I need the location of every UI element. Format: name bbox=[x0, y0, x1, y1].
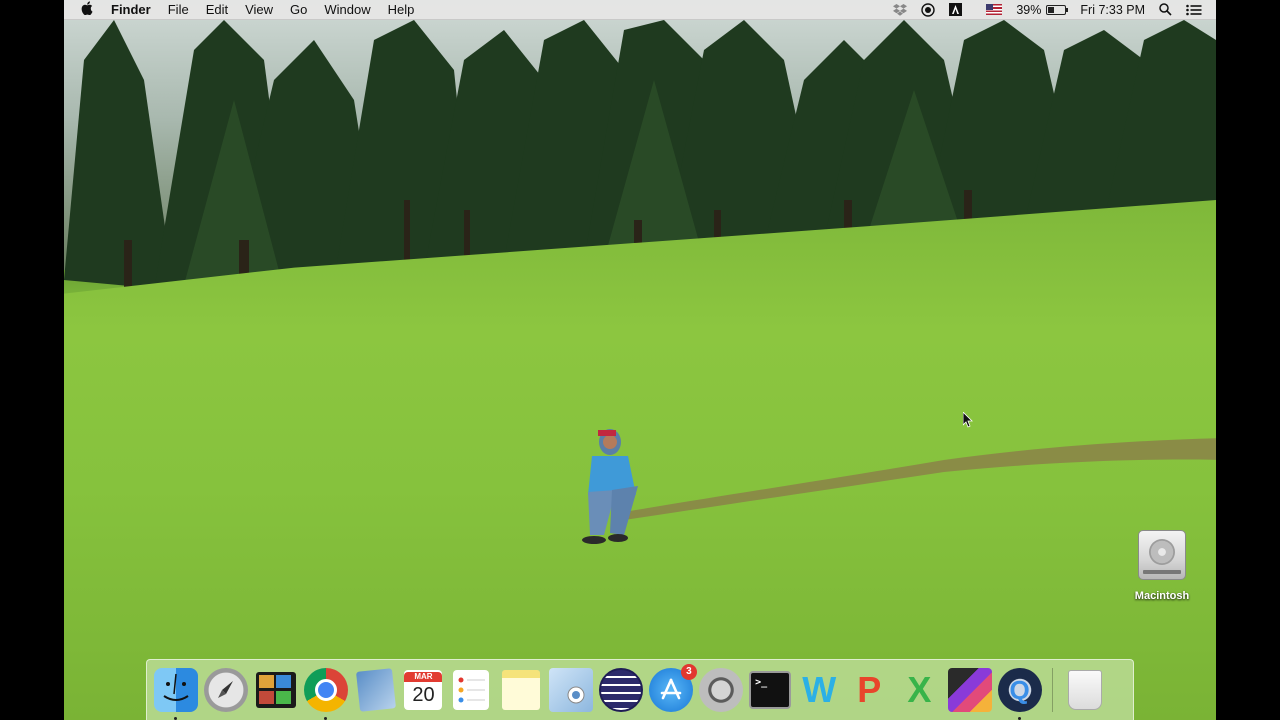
powerpoint-icon[interactable]: P bbox=[847, 668, 891, 712]
record-icon[interactable] bbox=[921, 2, 936, 17]
battery-status[interactable]: 39% bbox=[1016, 0, 1069, 20]
eclipse-icon[interactable] bbox=[598, 668, 643, 712]
reminders-icon[interactable] bbox=[449, 668, 493, 712]
menu-app-name[interactable]: Finder bbox=[111, 0, 151, 20]
preview-icon[interactable] bbox=[354, 668, 398, 712]
menu-bar-right: 39% Fri 7:33 PM bbox=[879, 0, 1216, 19]
menu-view[interactable]: View bbox=[245, 0, 273, 20]
hard-drive-icon bbox=[1138, 530, 1186, 580]
app-store-badge: 3 bbox=[680, 664, 697, 680]
menu-edit[interactable]: Edit bbox=[206, 0, 228, 20]
chrome-icon[interactable] bbox=[304, 668, 349, 720]
search-icon[interactable] bbox=[1159, 3, 1172, 16]
apple-icon[interactable] bbox=[81, 0, 93, 20]
calendar-icon[interactable]: MAR 20 bbox=[404, 670, 443, 710]
excel-icon[interactable]: X bbox=[897, 668, 941, 712]
menu-bar: Finder File Edit View Go Window Help 39% bbox=[64, 0, 1216, 20]
app-store-icon[interactable]: 3 bbox=[648, 664, 697, 712]
quicktime-glyph: Q bbox=[1009, 674, 1030, 705]
calendar-day: 20 bbox=[412, 684, 435, 706]
desktop[interactable]: Finder File Edit View Go Window Help 39% bbox=[64, 0, 1216, 720]
menu-go[interactable]: Go bbox=[290, 0, 307, 20]
us-flag-icon[interactable] bbox=[986, 4, 1003, 15]
terminal-icon[interactable]: >_ bbox=[749, 671, 792, 709]
menu-file[interactable]: File bbox=[168, 0, 189, 20]
menu-window[interactable]: Window bbox=[324, 0, 370, 20]
wallpaper-dirt-path bbox=[624, 438, 1216, 520]
quicktime-icon[interactable]: Q bbox=[997, 668, 1042, 720]
trash-icon[interactable] bbox=[1063, 668, 1107, 712]
launchpad-icon[interactable] bbox=[204, 668, 249, 712]
desktop-icon-label: Macintosh bbox=[1134, 590, 1190, 602]
dock: MAR 20 3 >_ W P X Q bbox=[146, 659, 1134, 720]
wallpaper-person bbox=[582, 429, 638, 544]
battery-percent: 39% bbox=[1016, 2, 1042, 17]
cursor-icon bbox=[963, 412, 973, 428]
terminal-prompt: >_ bbox=[755, 677, 768, 688]
dropbox-icon[interactable] bbox=[893, 3, 908, 16]
image-capture-icon[interactable] bbox=[548, 668, 593, 712]
word-icon[interactable]: W bbox=[797, 668, 841, 712]
calendar-month: MAR bbox=[404, 672, 443, 682]
notes-icon[interactable] bbox=[499, 668, 543, 712]
menu-bar-left: Finder File Edit View Go Window Help bbox=[64, 0, 431, 19]
desktop-icon-macintosh[interactable]: Macintosh bbox=[1128, 530, 1196, 602]
battery-icon bbox=[1046, 4, 1069, 15]
clock[interactable]: Fri 7:33 PM bbox=[1080, 0, 1145, 20]
gear-icon[interactable] bbox=[699, 668, 744, 712]
dock-separator bbox=[1051, 668, 1053, 712]
menu-help[interactable]: Help bbox=[388, 0, 415, 20]
adobe-icon[interactable] bbox=[949, 3, 963, 16]
list-icon[interactable] bbox=[1186, 4, 1202, 16]
final-cut-icon[interactable] bbox=[947, 668, 992, 712]
finder-icon[interactable] bbox=[154, 668, 198, 720]
photos-icon[interactable] bbox=[254, 668, 298, 712]
